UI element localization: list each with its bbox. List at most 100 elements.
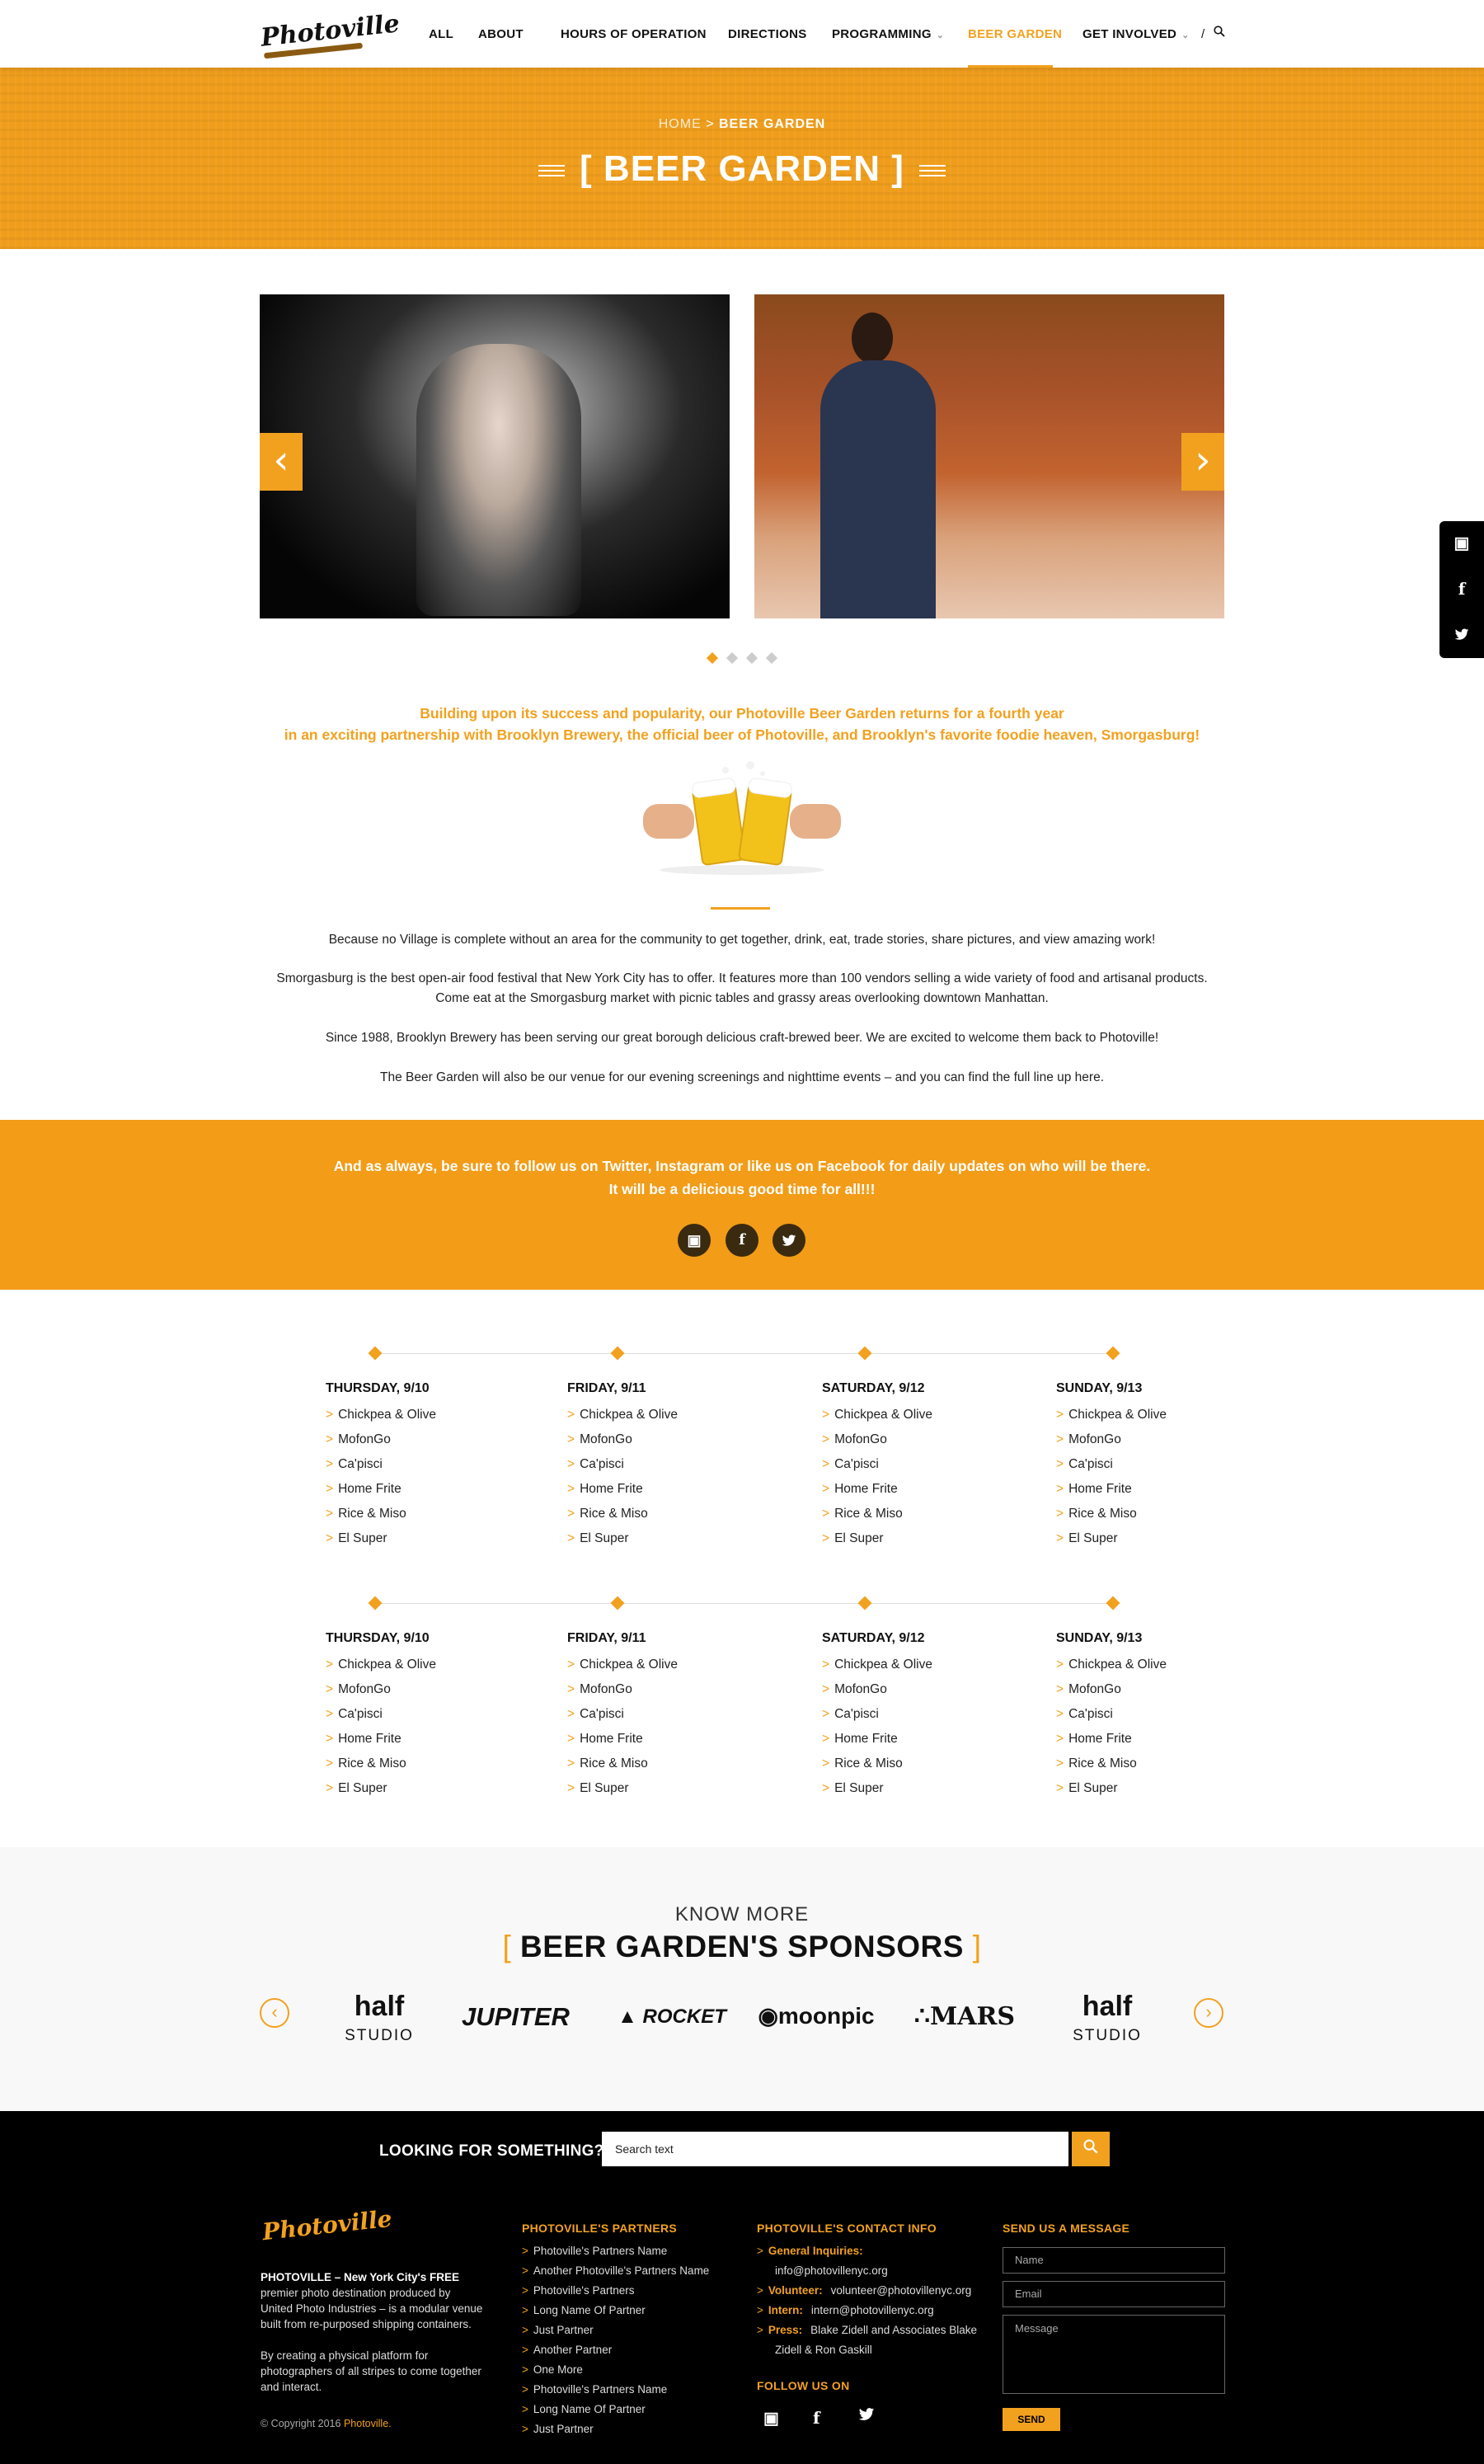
- partner-link[interactable]: > Just Partner: [522, 2321, 709, 2340]
- vendor-item[interactable]: > El Super: [567, 1526, 678, 1551]
- vendor-item[interactable]: > MofonGo: [822, 1427, 932, 1452]
- instagram-icon[interactable]: ▣: [763, 2408, 779, 2429]
- vendor-item[interactable]: > El Super: [822, 1526, 932, 1551]
- name-input[interactable]: Name: [1003, 2247, 1225, 2274]
- vendor-item[interactable]: > Rice & Miso: [822, 1752, 932, 1776]
- slider-dot[interactable]: [745, 651, 758, 665]
- partner-link[interactable]: > Long Name Of Partner: [522, 2301, 709, 2321]
- vendor-item[interactable]: > MofonGo: [1056, 1427, 1167, 1452]
- vendor-item[interactable]: > Rice & Miso: [326, 1752, 436, 1776]
- slider-dot[interactable]: [765, 651, 778, 665]
- vendor-item[interactable]: > Ca'pisci: [326, 1452, 436, 1477]
- vendor-item[interactable]: > Ca'pisci: [822, 1702, 932, 1727]
- slider-dot[interactable]: [706, 651, 719, 665]
- instagram-icon[interactable]: ▣: [1439, 521, 1484, 567]
- contact-value[interactable]: volunteer@photovillenyc.org: [831, 2284, 972, 2297]
- vendor-item[interactable]: > Home Frite: [326, 1727, 436, 1752]
- vendor-item[interactable]: > Home Frite: [567, 1727, 678, 1752]
- partner-link[interactable]: > Another Photoville's Partners Name: [522, 2261, 709, 2281]
- vendor-item[interactable]: > Chickpea & Olive: [1056, 1403, 1167, 1427]
- nav-all[interactable]: ALL: [429, 27, 453, 41]
- vendor-item[interactable]: > Rice & Miso: [1056, 1502, 1167, 1526]
- contact-value[interactable]: Zidell & Ron Gaskill: [775, 2344, 872, 2356]
- vendor-item[interactable]: > Chickpea & Olive: [326, 1403, 436, 1427]
- vendor-item[interactable]: > Home Frite: [567, 1477, 678, 1502]
- vendor-item[interactable]: > MofonGo: [326, 1677, 436, 1702]
- partner-link[interactable]: > Just Partner: [522, 2419, 709, 2439]
- partner-link[interactable]: > Photoville's Partners Name: [522, 2380, 709, 2400]
- partner-link[interactable]: > Photoville's Partners: [522, 2281, 709, 2301]
- vendor-item[interactable]: > Home Frite: [326, 1477, 436, 1502]
- sponsor-logo-jupiter[interactable]: JUPITER: [462, 2002, 570, 2032]
- slider-dot[interactable]: [726, 651, 739, 665]
- partner-link[interactable]: > Another Partner: [522, 2340, 709, 2360]
- vendor-item[interactable]: > Ca'pisci: [1056, 1452, 1167, 1477]
- search-button[interactable]: [1072, 2132, 1110, 2166]
- sponsor-logo-half-studio[interactable]: half STUDIO: [334, 1992, 425, 2048]
- footer-logo[interactable]: Photoville: [261, 2205, 393, 2245]
- vendor-item[interactable]: > El Super: [1056, 1526, 1167, 1551]
- vendor-item[interactable]: > Chickpea & Olive: [822, 1403, 932, 1427]
- vendor-item[interactable]: > El Super: [822, 1776, 932, 1801]
- contact-value[interactable]: intern@photovillenyc.org: [811, 2304, 934, 2316]
- vendor-item[interactable]: > El Super: [567, 1776, 678, 1801]
- vendor-item[interactable]: > Home Frite: [1056, 1477, 1167, 1502]
- vendor-item[interactable]: > El Super: [326, 1776, 436, 1801]
- facebook-icon[interactable]: f: [726, 1224, 758, 1257]
- vendor-item[interactable]: > El Super: [326, 1526, 436, 1551]
- vendor-item[interactable]: > Home Frite: [822, 1727, 932, 1752]
- sponsor-logo-half-studio[interactable]: half STUDIO: [1062, 1992, 1153, 2048]
- vendor-item[interactable]: > Ca'pisci: [326, 1702, 436, 1727]
- message-textarea[interactable]: Message: [1003, 2315, 1225, 2394]
- contact-value[interactable]: info@photovillenyc.org: [775, 2264, 888, 2277]
- sponsor-logo-moonpic[interactable]: ◉moonpic: [754, 2002, 878, 2029]
- vendor-item[interactable]: > El Super: [1056, 1776, 1167, 1801]
- vendor-item[interactable]: > Rice & Miso: [326, 1502, 436, 1526]
- sponsors-prev-button[interactable]: ‹: [260, 1998, 289, 2028]
- contact-value[interactable]: Blake Zidell and Associates Blake: [810, 2324, 977, 2336]
- vendor-item[interactable]: > Rice & Miso: [567, 1502, 678, 1526]
- vendor-item[interactable]: > Rice & Miso: [567, 1752, 678, 1776]
- twitter-icon[interactable]: [858, 2408, 875, 2427]
- partner-link[interactable]: > Photoville's Partners Name: [522, 2241, 709, 2261]
- facebook-icon[interactable]: f: [813, 2408, 820, 2428]
- search-icon[interactable]: [1214, 26, 1225, 40]
- nav-programming[interactable]: PROGRAMMING ⌄: [832, 27, 944, 41]
- vendor-item[interactable]: > MofonGo: [567, 1677, 678, 1702]
- nav-hours[interactable]: HOURS OF OPERATION: [561, 27, 707, 41]
- twitter-icon[interactable]: [1439, 612, 1484, 657]
- send-button[interactable]: SEND: [1003, 2408, 1060, 2431]
- facebook-icon[interactable]: f: [1439, 567, 1484, 612]
- vendor-item[interactable]: > Chickpea & Olive: [567, 1653, 678, 1677]
- sponsor-logo-rocket[interactable]: ▲ ROCKET: [614, 2006, 730, 2029]
- nav-directions[interactable]: DIRECTIONS: [728, 27, 807, 41]
- vendor-item[interactable]: > MofonGo: [1056, 1677, 1167, 1702]
- partner-link[interactable]: > Long Name Of Partner: [522, 2400, 709, 2419]
- vendor-item[interactable]: > Ca'pisci: [1056, 1702, 1167, 1727]
- breadcrumb-home[interactable]: HOME: [659, 117, 702, 131]
- vendor-item[interactable]: > Home Frite: [1056, 1727, 1167, 1752]
- twitter-icon[interactable]: [773, 1224, 805, 1257]
- footer-search-input[interactable]: Search text: [602, 2132, 1068, 2166]
- email-input[interactable]: Email: [1003, 2281, 1225, 2307]
- copyright-link[interactable]: Photoville.: [344, 2418, 392, 2429]
- nav-get-involved[interactable]: GET INVOLVED ⌄: [1082, 27, 1190, 41]
- instagram-icon[interactable]: ▣: [678, 1224, 711, 1257]
- sponsor-logo-mars[interactable]: ∴MARS: [907, 2002, 1022, 2031]
- vendor-item[interactable]: > MofonGo: [567, 1427, 678, 1452]
- vendor-item[interactable]: > Chickpea & Olive: [822, 1653, 932, 1677]
- slider-next-button[interactable]: ›: [1181, 433, 1224, 491]
- vendor-item[interactable]: > Rice & Miso: [1056, 1752, 1167, 1776]
- vendor-item[interactable]: > Chickpea & Olive: [1056, 1653, 1167, 1677]
- slider-prev-button[interactable]: ‹: [260, 433, 303, 491]
- vendor-item[interactable]: > Chickpea & Olive: [567, 1403, 678, 1427]
- vendor-item[interactable]: > Ca'pisci: [567, 1702, 678, 1727]
- vendor-item[interactable]: > Chickpea & Olive: [326, 1653, 436, 1677]
- vendor-item[interactable]: > Home Frite: [822, 1477, 932, 1502]
- vendor-item[interactable]: > Ca'pisci: [567, 1452, 678, 1477]
- partner-link[interactable]: > One More: [522, 2360, 709, 2380]
- nav-about[interactable]: ABOUT: [478, 27, 524, 41]
- nav-beer-garden[interactable]: BEER GARDEN: [968, 27, 1062, 41]
- vendor-item[interactable]: > Ca'pisci: [822, 1452, 932, 1477]
- vendor-item[interactable]: > MofonGo: [822, 1677, 932, 1702]
